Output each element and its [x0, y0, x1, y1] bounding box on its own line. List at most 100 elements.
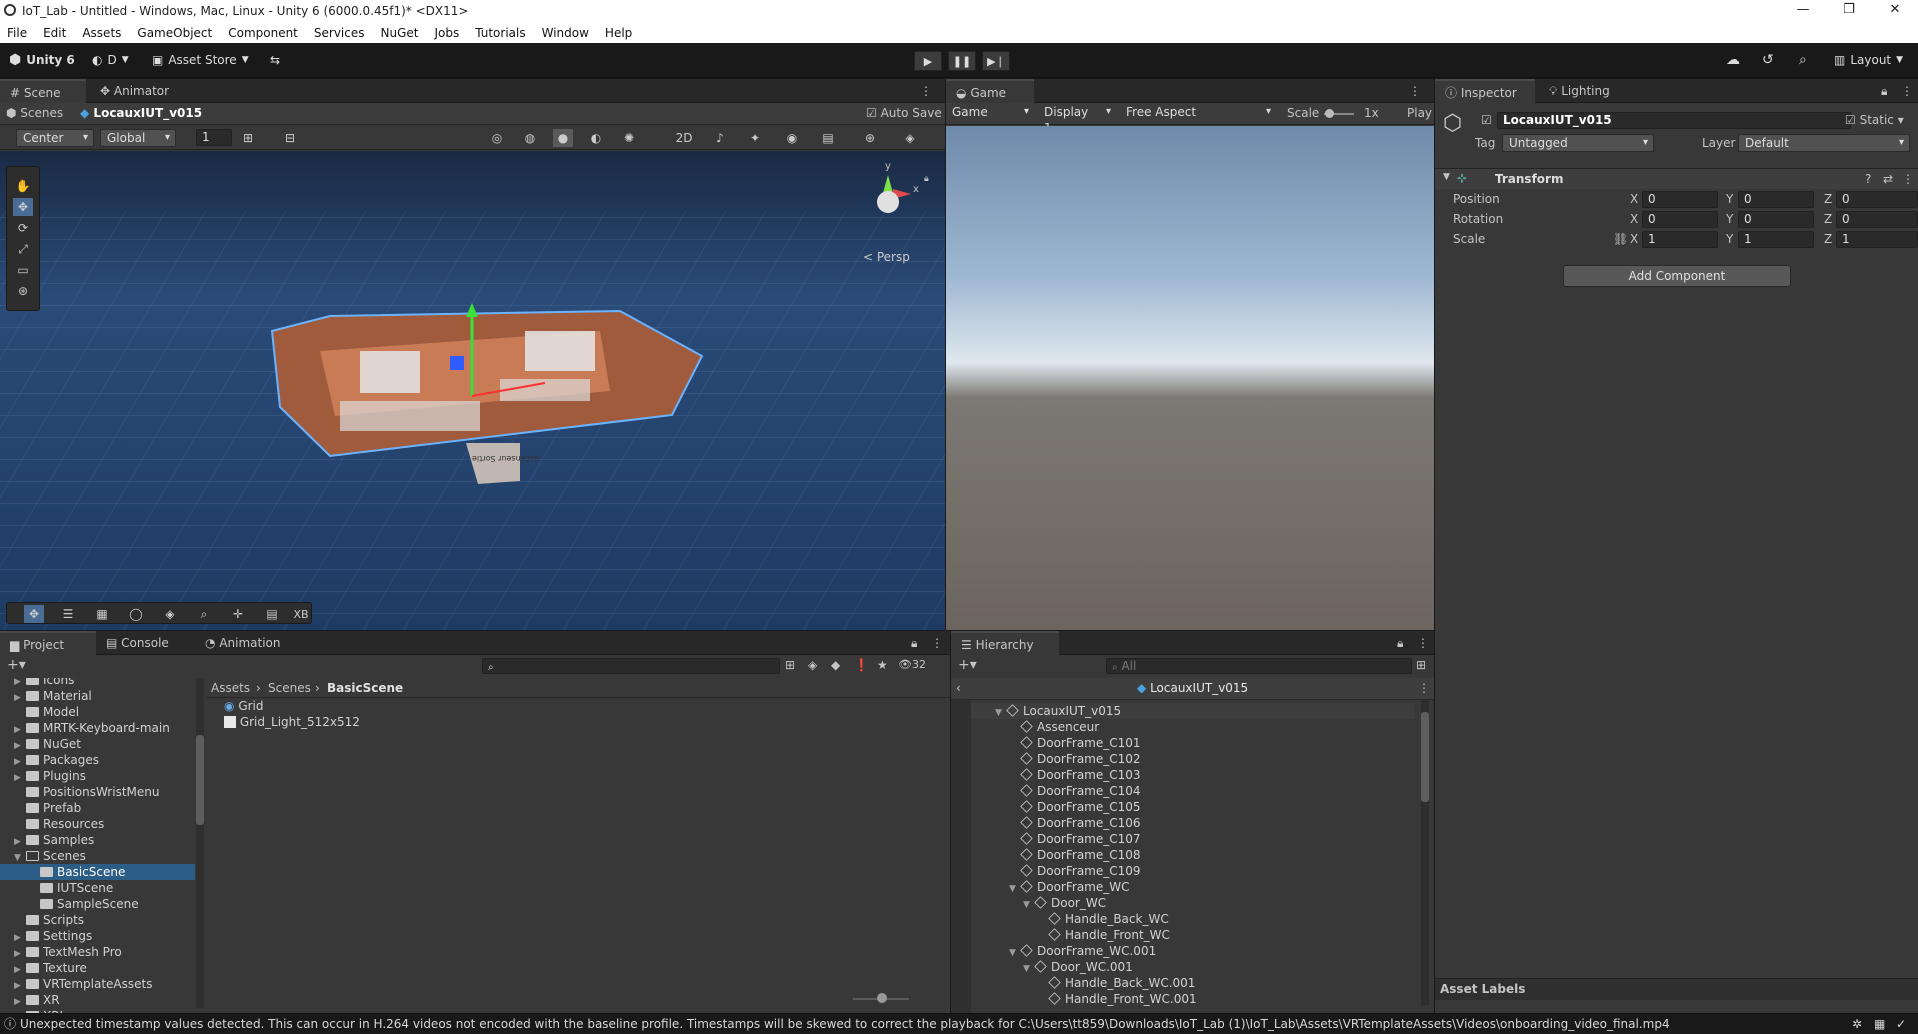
asset-store-dropdown[interactable]: ▣ Asset Store ▼ — [152, 49, 249, 71]
breadcrumb-assets[interactable]: Assets — [211, 681, 250, 695]
tab-animation[interactable]: ◔ Animation — [195, 631, 291, 655]
rotation-x-field[interactable]: 0 — [1642, 211, 1718, 228]
hierarchy-item[interactable]: Handle_Back_WC — [971, 911, 1414, 927]
device-icon[interactable]: ▤ — [262, 605, 282, 623]
play-button[interactable]: ▶ — [914, 51, 942, 71]
tab-scene[interactable]: # Scene — [0, 79, 86, 103]
tab-project[interactable]: ▆ Project — [0, 631, 96, 655]
hierarchy-item[interactable]: DoorFrame_C103 — [971, 767, 1414, 783]
hierarchy-item[interactable]: DoorFrame_C107 — [971, 831, 1414, 847]
prefab-breadcrumb[interactable]: ◆ LocauxIUT_v015 — [80, 106, 202, 120]
camera-icon[interactable]: ▤ — [818, 129, 838, 147]
file-item[interactable]: ◉ Grid — [224, 698, 264, 714]
hierarchy-more-menu-icon[interactable]: ⋮ — [1417, 631, 1429, 655]
align-icon[interactable]: ☰ — [58, 605, 78, 623]
tab-animator[interactable]: ✥ Animator — [90, 79, 179, 103]
tab-lighting[interactable]: 💡︎ Lighting — [1539, 79, 1620, 103]
folder-item[interactable]: ▶ NuGet — [0, 736, 195, 752]
lighting-icon[interactable]: ✺ — [619, 129, 639, 147]
transform-overlay-icon[interactable]: ✛ — [228, 605, 248, 623]
hierarchy-search-input[interactable]: ⌕ All — [1106, 658, 1412, 674]
constrain-proportions-icon[interactable]: ⛓ — [1613, 232, 1628, 246]
lock-icon[interactable]: 🔒︎ — [1397, 631, 1403, 655]
tab-hierarchy[interactable]: ☰ Hierarchy — [951, 631, 1059, 655]
hidden-count[interactable]: 👁︎32 — [898, 658, 926, 671]
search-icon[interactable]: ⌕ — [1799, 49, 1807, 71]
minimize-button[interactable]: — — [1780, 0, 1826, 22]
layers-icon[interactable]: ◈ — [160, 605, 180, 623]
fx-icon[interactable]: ✦ — [745, 129, 765, 147]
inspector-more-menu-icon[interactable]: ⋮ — [1901, 79, 1913, 103]
transform-tool-icon[interactable]: ⊛ — [13, 282, 33, 300]
position-y-field[interactable]: 0 — [1738, 191, 1814, 208]
icon-size-thumb[interactable] — [877, 993, 887, 1003]
hierarchy-item[interactable]: Assenceur — [971, 719, 1414, 735]
unlit-icon[interactable]: ◐ — [586, 129, 606, 147]
position-z-field[interactable]: 0 — [1836, 191, 1918, 208]
hierarchy-item[interactable]: Handle_Front_WC.001 — [971, 991, 1414, 1007]
wireframe-icon[interactable]: ◎ — [487, 129, 507, 147]
move-overlay-icon[interactable]: ✥ — [24, 605, 44, 623]
hierarchy-item[interactable]: DoorFrame_C101 — [971, 735, 1414, 751]
lock-icon[interactable]: 🔒︎ — [924, 174, 929, 184]
account-dropdown[interactable]: ◐ D ▼ — [92, 49, 129, 71]
scale-y-field[interactable]: 1 — [1738, 231, 1814, 248]
breadcrumb-basicscene[interactable]: BasicScene — [327, 681, 403, 695]
filter-asset-icon[interactable]: ◆ — [831, 658, 840, 672]
folder-item[interactable]: Prefab — [0, 800, 195, 816]
folder-item[interactable]: PositionsWristMenu — [0, 784, 195, 800]
history-icon[interactable]: ↺ — [1762, 49, 1774, 71]
folder-item[interactable]: ▶ Texture — [0, 960, 195, 976]
lock-icon[interactable]: 🔒︎ — [1881, 79, 1887, 103]
favorite-icon[interactable]: ★ — [877, 658, 888, 672]
display-dropdown[interactable]: Display 1 — [1038, 104, 1116, 135]
menu-edit[interactable]: Edit — [35, 26, 74, 40]
rotation-z-field[interactable]: 0 — [1836, 211, 1918, 228]
menu-file[interactable]: File — [0, 26, 35, 40]
scene-more-menu-icon[interactable]: ⋮ — [920, 79, 932, 103]
scene-viewport[interactable]: ascenseur Sortie ✋ ✥ ⟳ ⤢ ▭ ⊛ y x 🔒︎ < Pe… — [0, 151, 945, 630]
back-arrow-icon[interactable]: ‹ — [956, 681, 961, 695]
hierarchy-item[interactable]: ▼ LocauxIUT_v015 — [971, 703, 1414, 719]
step-button[interactable]: ▶❘ — [982, 51, 1010, 71]
game-more-menu-icon[interactable]: ⋮ — [1409, 79, 1421, 103]
scene-camera-icon[interactable]: ◈ — [900, 129, 920, 147]
hierarchy-item[interactable]: ▼ DoorFrame_WC — [971, 879, 1414, 895]
breadcrumb-scenes[interactable]: Scenes — [268, 681, 311, 695]
component-menu-icon[interactable]: ⋮ — [1902, 172, 1914, 186]
xb-button[interactable]: XB — [289, 605, 313, 623]
version-control-icon[interactable]: ⇆ — [270, 49, 280, 71]
tab-game[interactable]: ◒ Game — [946, 79, 1034, 103]
pivot-dropdown[interactable]: Center — [16, 129, 94, 147]
hierarchy-item[interactable]: ▼ DoorFrame_WC.001 — [971, 943, 1414, 959]
hierarchy-item[interactable]: Handle_Front_WC — [971, 927, 1414, 943]
play-mode-dropdown[interactable]: Play — [1407, 106, 1432, 120]
aspect-dropdown[interactable]: Free Aspect — [1120, 104, 1276, 122]
game-mode-dropdown[interactable]: Game — [946, 104, 1034, 122]
game-view[interactable] — [946, 126, 1434, 630]
project-more-menu-icon[interactable]: ⋮ — [931, 631, 943, 655]
rotate-tool-icon[interactable]: ⟳ — [13, 219, 33, 237]
tab-console[interactable]: ▤ Console — [96, 631, 179, 655]
transform-header[interactable]: ▼ ⊹ Transform ? ⇄ ⋮ — [1435, 169, 1918, 189]
hand-tool-icon[interactable]: ✋ — [13, 177, 33, 195]
move-tool-icon[interactable]: ✥ — [13, 198, 33, 216]
gizmos-icon[interactable]: ⊕ — [860, 129, 880, 147]
filter-label-icon[interactable]: ◈ — [808, 658, 817, 672]
folder-item[interactable]: BasicScene — [0, 864, 195, 880]
folder-item[interactable]: IUTScene — [0, 880, 195, 896]
hierarchy-item[interactable]: DoorFrame_C109 — [971, 863, 1414, 879]
tag-dropdown[interactable]: Untagged — [1502, 134, 1654, 152]
menu-nuget[interactable]: NuGet — [373, 26, 427, 40]
menu-services[interactable]: Services — [306, 26, 373, 40]
maximize-button[interactable]: ❐ — [1826, 0, 1872, 22]
cloud-icon[interactable]: ☁ — [1726, 49, 1740, 71]
shaded-wireframe-icon[interactable]: ◍ — [520, 129, 540, 147]
pause-button[interactable]: ❚❚ — [948, 51, 976, 71]
folder-item[interactable]: ▶ MRTK-Keyboard-main — [0, 720, 195, 736]
close-button[interactable]: ✕ — [1872, 0, 1918, 22]
rotation-y-field[interactable]: 0 — [1738, 211, 1814, 228]
layer-dropdown[interactable]: Default — [1738, 134, 1910, 152]
add-component-button[interactable]: Add Component — [1563, 265, 1791, 287]
folder-item[interactable]: ▶ Settings — [0, 928, 195, 944]
